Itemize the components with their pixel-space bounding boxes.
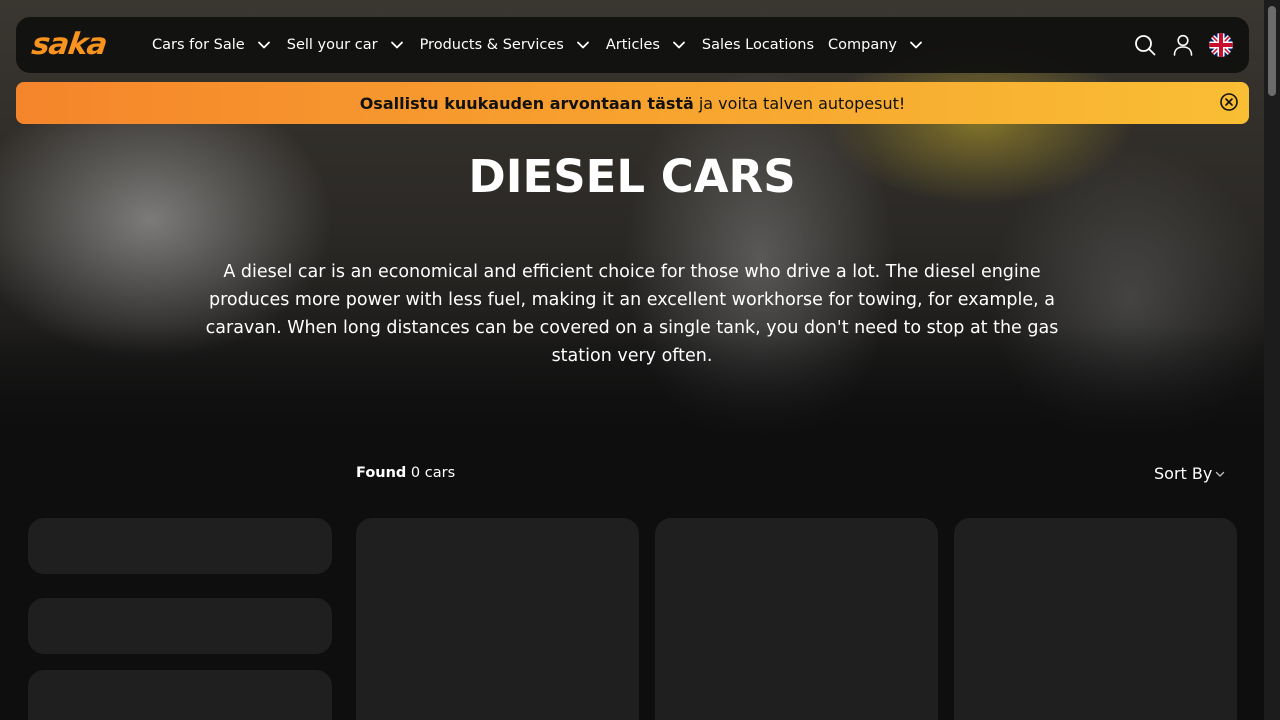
top-navbar: saka Cars for Sale Sell your car Product… [16,17,1249,73]
filter-skeleton [28,518,332,574]
nav-item-cars-for-sale[interactable]: Cars for Sale [152,36,273,54]
filter-skeleton [28,598,332,654]
found-label: Found [356,465,407,481]
chevron-down-icon [390,41,403,49]
close-circle-icon[interactable] [1219,92,1239,112]
results-count: Found 0 cars [356,465,455,481]
scrollbar[interactable] [1264,0,1280,720]
search-icon[interactable] [1133,33,1157,57]
page-description: A diesel car is an economical and effici… [205,262,1059,366]
nav-item-sales-locations[interactable]: Sales Locations [702,37,814,53]
chevron-down-icon [910,41,922,49]
nav-item-sell-your-car[interactable]: Sell your car [287,36,406,54]
sort-label: Sort By [1154,464,1213,483]
nav-item-label: Products & Services [419,37,564,53]
sort-dropdown[interactable]: Sort By [1154,464,1226,483]
car-card-skeleton [655,518,938,720]
nav-item-label: Articles [605,37,660,53]
main-nav: Cars for Sale Sell your car Products & S… [152,17,939,73]
user-icon[interactable] [1171,33,1195,57]
nav-actions [1133,33,1233,57]
nav-item-label: Cars for Sale [152,37,245,53]
nav-item-label: Sell your car [286,37,378,53]
scrollbar-thumb[interactable] [1268,6,1276,96]
promo-banner[interactable]: Osallistu kuukauden arvontaan tästä ja v… [16,82,1249,124]
chevron-down-icon [673,41,685,49]
nav-item-company[interactable]: Company [828,36,925,54]
car-card-skeleton [356,518,639,720]
page-title: DIESEL CARS [468,150,796,203]
nav-item-label: Company [828,37,897,53]
saka-logo[interactable]: saka [30,27,134,62]
banner-bold-text[interactable]: Osallistu kuukauden arvontaan tästä [360,94,694,113]
chevron-down-icon [576,41,589,49]
uk-flag-icon[interactable] [1209,33,1233,57]
filter-skeleton [28,670,332,720]
chevron-down-icon [257,41,270,49]
nav-item-label: Sales Locations [701,37,815,53]
banner-text: ja voita talven autopesut! [698,93,906,113]
found-count: 0 cars [410,465,456,481]
nav-item-articles[interactable]: Articles [606,36,688,54]
car-card-skeleton [954,518,1237,720]
chevron-down-icon [1216,471,1225,477]
nav-item-products-services[interactable]: Products & Services [420,36,592,54]
